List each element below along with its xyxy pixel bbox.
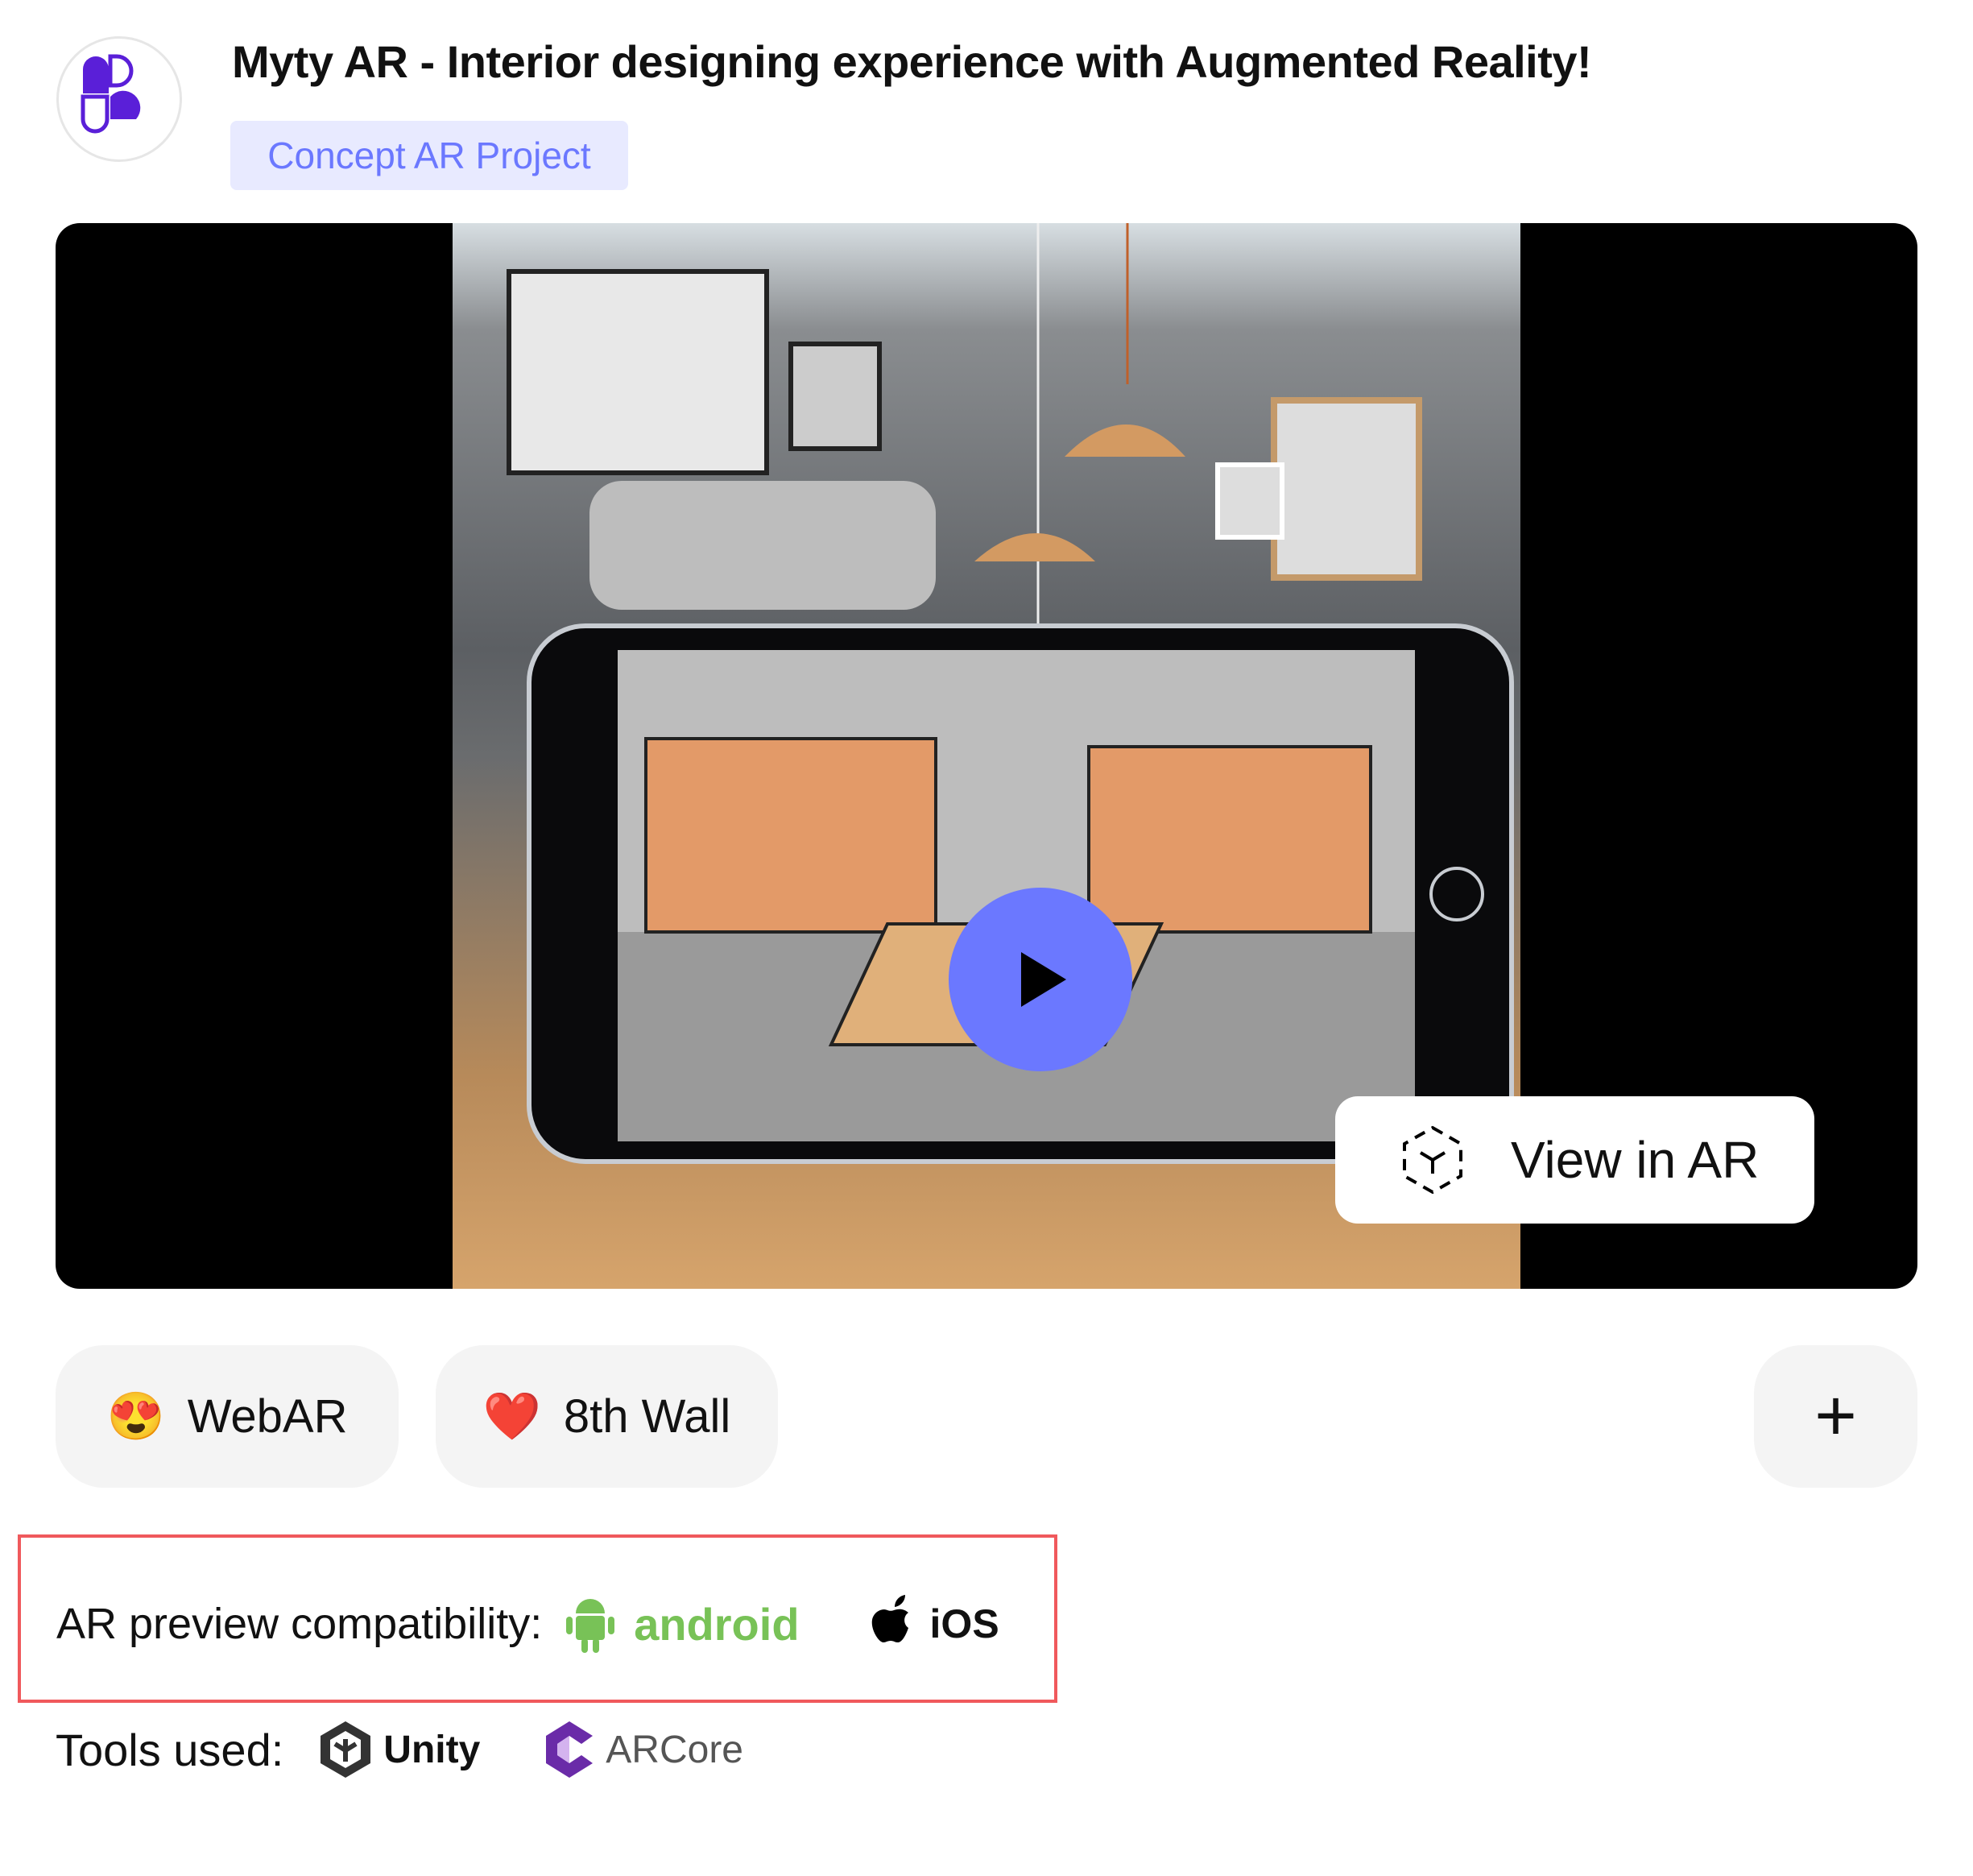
android-robot-icon bbox=[566, 1599, 615, 1653]
heart-emoji-icon: ❤️ bbox=[482, 1389, 541, 1443]
compatibility-label: AR preview compatibility: bbox=[56, 1600, 543, 1648]
apple-icon bbox=[871, 1595, 908, 1642]
tag-label: WebAR bbox=[187, 1390, 348, 1443]
tools-label: Tools used: bbox=[56, 1724, 284, 1775]
compatibility-box: AR preview compatibility: android iOS bbox=[18, 1534, 1057, 1703]
tag-8th-wall[interactable]: ❤️ 8th Wall bbox=[436, 1345, 778, 1488]
play-icon bbox=[1021, 952, 1066, 1007]
android-label: android bbox=[634, 1598, 800, 1650]
unity-label: Unity bbox=[383, 1728, 481, 1771]
add-tag-button[interactable]: + bbox=[1754, 1345, 1917, 1488]
video-player[interactable]: View in AR bbox=[56, 223, 1917, 1289]
logo-icon bbox=[81, 54, 141, 134]
ios-label: iOS bbox=[929, 1601, 999, 1646]
tools-used: Tools used: Unity ARCore bbox=[56, 1720, 743, 1779]
heart-eyes-emoji-icon: 😍 bbox=[106, 1389, 165, 1443]
ar-cube-icon bbox=[1403, 1125, 1462, 1195]
unity-logo-icon bbox=[321, 1721, 371, 1778]
tag-webar[interactable]: 😍 WebAR bbox=[56, 1345, 399, 1488]
tag-label: 8th Wall bbox=[563, 1390, 731, 1443]
arcore-logo-icon bbox=[546, 1721, 594, 1778]
view-in-ar-label: View in AR bbox=[1511, 1131, 1760, 1189]
view-in-ar-button[interactable]: View in AR bbox=[1335, 1096, 1814, 1224]
play-button[interactable] bbox=[949, 888, 1132, 1071]
category-badge[interactable]: Concept AR Project bbox=[230, 121, 628, 190]
page-title: Myty AR - Interior designing experience … bbox=[232, 36, 1592, 87]
project-logo bbox=[56, 36, 182, 162]
plus-icon: + bbox=[1814, 1376, 1857, 1456]
arcore-label: ARCore bbox=[606, 1728, 743, 1771]
